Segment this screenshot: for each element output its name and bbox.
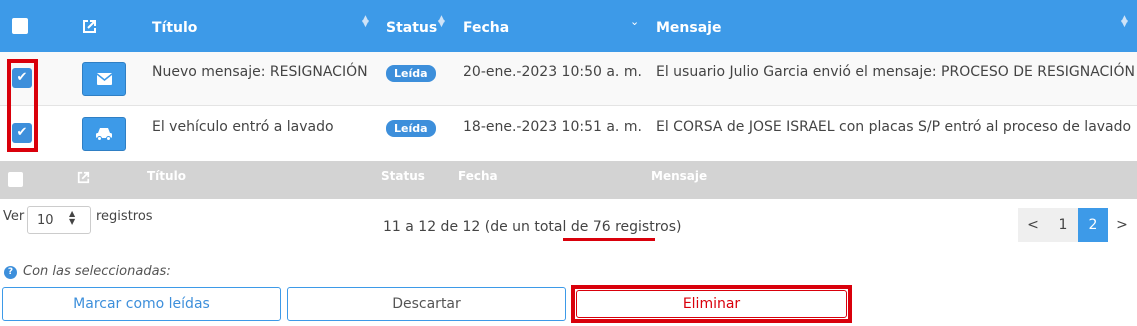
column-header-titulo[interactable]: Título bbox=[152, 20, 197, 36]
length-label-suffix: registros bbox=[96, 209, 153, 224]
pagination-prev[interactable]: < bbox=[1018, 208, 1048, 242]
select-all-checkbox[interactable] bbox=[8, 172, 23, 187]
column-header-status[interactable]: Status bbox=[386, 20, 437, 36]
info-range: 11 a 12 de 12 (de un total de bbox=[383, 219, 589, 235]
table-row[interactable]: ✔ El vehículo entró a lavado Leída 18-en… bbox=[0, 107, 1137, 161]
table-footer: Título Status Fecha Mensaje bbox=[0, 161, 1137, 199]
pagination-page-1[interactable]: 1 bbox=[1048, 208, 1078, 242]
status-badge: Leída bbox=[386, 120, 436, 137]
footer-fecha: Fecha bbox=[458, 169, 498, 183]
table-header: Título ▲ ▼ Status ▲ ▼ Fecha ⌄ Mensaje ▲ ▼ bbox=[0, 0, 1137, 52]
row-date: 20-ene.-2023 10:50 a. m. bbox=[463, 64, 642, 80]
checkbox-highlight bbox=[7, 59, 38, 152]
open-message-button[interactable] bbox=[82, 62, 126, 96]
row-title: Nuevo mensaje: RESIGNACIÓN bbox=[152, 64, 368, 80]
bulk-actions-label: ? Con las seleccionadas: bbox=[4, 264, 171, 279]
select-all-checkbox[interactable] bbox=[12, 18, 28, 34]
column-header-mensaje[interactable]: Mensaje bbox=[656, 20, 721, 36]
sort-icon[interactable]: ▲ ▼ bbox=[362, 15, 369, 29]
row-date: 18-ene.-2023 10:51 a. m. bbox=[463, 119, 642, 135]
bulk-label-text: Con las seleccionadas: bbox=[23, 264, 171, 279]
page-length-select[interactable]: 10 ▲ ▼ bbox=[27, 206, 91, 234]
discard-button[interactable]: Descartar bbox=[287, 287, 566, 321]
sort-icon[interactable]: ▲ ▼ bbox=[1121, 15, 1128, 29]
external-link-icon bbox=[77, 169, 90, 188]
sort-desc-icon[interactable]: ⌄ bbox=[630, 15, 639, 28]
table-info: 11 a 12 de 12 (de un total de 76 registr… bbox=[383, 219, 681, 235]
mark-read-button[interactable]: Marcar como leídas bbox=[2, 287, 281, 321]
delete-highlight bbox=[571, 285, 852, 323]
total-underline-highlight bbox=[563, 238, 655, 241]
car-icon bbox=[96, 128, 112, 141]
sort-icon[interactable]: ▲ ▼ bbox=[438, 15, 445, 29]
length-label-prefix: Ver bbox=[3, 209, 25, 224]
envelope-icon bbox=[97, 73, 112, 85]
table-row[interactable]: ✔ Nuevo mensaje: RESIGNACIÓN Leída 20-en… bbox=[0, 52, 1137, 106]
open-vehicle-button[interactable] bbox=[82, 117, 126, 151]
footer-mensaje: Mensaje bbox=[651, 169, 708, 183]
status-badge: Leída bbox=[386, 65, 436, 82]
pagination-next[interactable]: > bbox=[1108, 208, 1136, 242]
external-link-icon bbox=[82, 19, 97, 38]
page-length-value: 10 bbox=[37, 213, 54, 228]
row-message: El CORSA de JOSE ISRAEL con placas S/P e… bbox=[656, 119, 1132, 135]
row-message: El usuario Julio Garcia envió el mensaje… bbox=[656, 64, 1135, 80]
footer-titulo: Título bbox=[147, 169, 186, 183]
question-icon: ? bbox=[4, 266, 17, 279]
footer-status: Status bbox=[381, 169, 425, 183]
info-close: ) bbox=[676, 219, 682, 235]
info-total: 76 registros bbox=[592, 219, 677, 235]
pagination-page-2[interactable]: 2 bbox=[1078, 208, 1108, 242]
row-title: El vehículo entró a lavado bbox=[152, 119, 334, 135]
select-arrows-icon: ▲ ▼ bbox=[69, 209, 76, 226]
column-header-fecha[interactable]: Fecha bbox=[463, 20, 509, 36]
